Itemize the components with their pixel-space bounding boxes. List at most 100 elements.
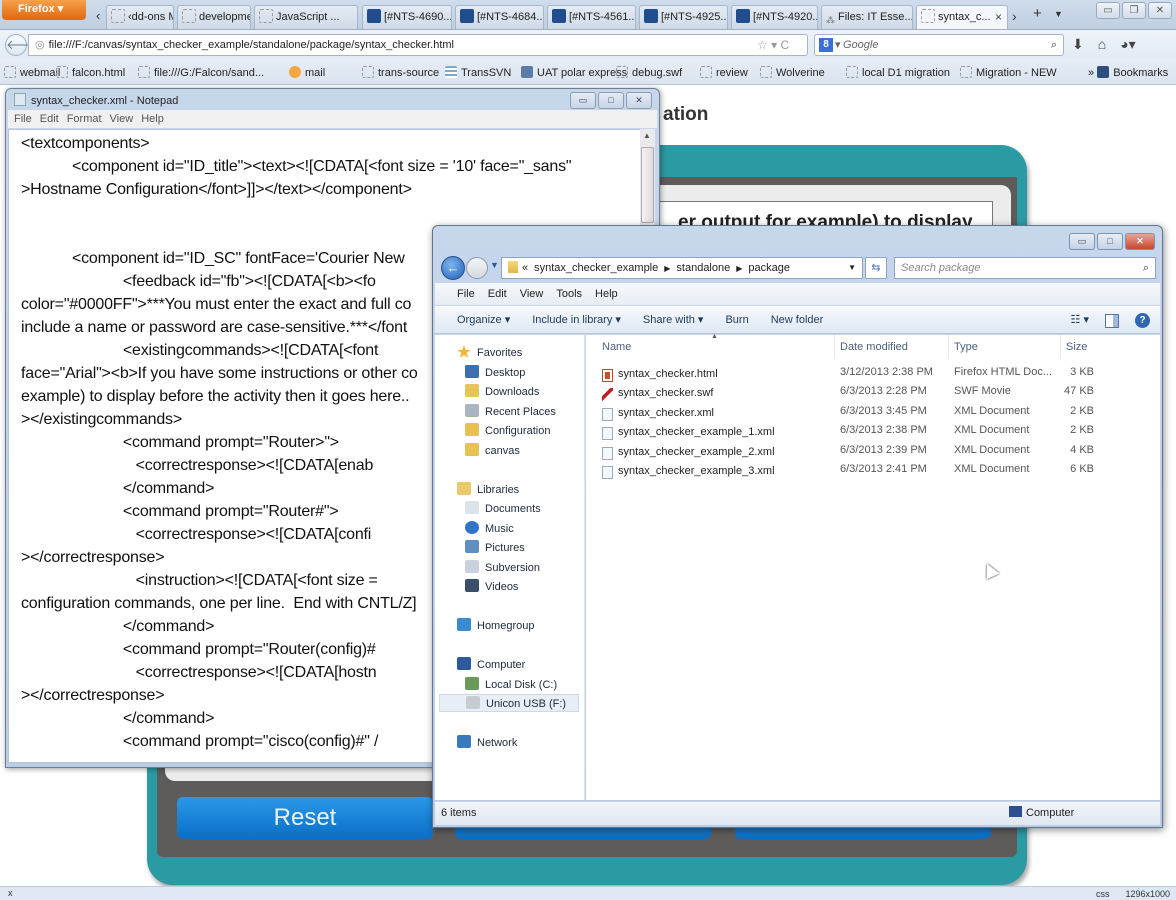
column-header-size[interactable]: Size <box>1066 341 1087 353</box>
explorer-menu-help[interactable]: Help <box>595 288 618 300</box>
explorer-menu-view[interactable]: View <box>520 288 544 300</box>
explorer-menu-tools[interactable]: Tools <box>556 288 582 300</box>
nav-item-canvas[interactable]: canvas <box>465 442 520 457</box>
nav-item-homegroup[interactable]: Homegroup <box>457 618 534 632</box>
bookmark-item[interactable]: file:///G:/Falcon/sand... <box>138 66 264 79</box>
home-icon[interactable]: ⌂ <box>1098 36 1106 53</box>
toolbar-button[interactable]: Share with ▾ <box>643 314 704 326</box>
nav-item-local-disk-c[interactable]: Local Disk (C:) <box>465 676 557 691</box>
nav-item-recent-places[interactable]: Recent Places <box>465 403 556 418</box>
file-row[interactable]: syntax_checker.xml 6/3/2013 3:45 PM XML Do… <box>586 402 1156 421</box>
toolbar-button[interactable]: New folder <box>771 314 824 326</box>
nav-item-desktop[interactable]: Desktop <box>465 364 525 379</box>
column-divider[interactable] <box>1060 335 1061 359</box>
browser-tab[interactable]: ‹dd-ons M... <box>106 5 174 29</box>
nav-item-pictures[interactable]: Pictures <box>465 540 525 554</box>
column-divider[interactable] <box>948 335 949 359</box>
nav-item-favorites[interactable]: Favorites <box>457 345 522 359</box>
column-header-name[interactable]: Name <box>602 341 631 353</box>
bookmark-item[interactable]: trans-source <box>362 66 439 79</box>
tab-list-icon[interactable]: ▼ <box>1054 9 1063 19</box>
explorer-menu-edit[interactable]: Edit <box>488 288 507 300</box>
breadcrumb-item[interactable]: syntax_checker_example <box>534 262 658 274</box>
browser-tab[interactable]: ⁂ Files: IT Esse... <box>821 5 913 29</box>
file-row[interactable]: syntax_checker.html 3/12/2013 2:38 PM Fire… <box>586 363 1156 382</box>
breadcrumb-separator-icon[interactable]: ▶ <box>664 264 670 273</box>
bookmark-item[interactable]: Wolverine <box>760 66 825 79</box>
browser-tab[interactable]: [#NTS-4684... <box>455 5 544 29</box>
file-row[interactable]: syntax_checker.swf 6/3/2013 2:28 PM SWF Mo… <box>586 382 1156 402</box>
search-engine-dropdown-icon[interactable]: ▾ <box>835 35 841 55</box>
nav-item-unicon-usb-f[interactable]: Unicon USB (F:) <box>439 694 579 712</box>
tab-scroll-left-icon[interactable]: ‹ <box>96 8 100 23</box>
column-header-date-modified[interactable]: Date modified <box>840 341 908 353</box>
browser-tab[interactable]: syntax_c... × <box>916 5 1008 29</box>
minimize-icon[interactable]: ▭ <box>1069 233 1095 250</box>
search-icon[interactable]: ⌕ <box>1051 35 1057 55</box>
tab-close-icon[interactable]: × <box>995 6 1002 28</box>
notepad-menu-view[interactable]: View <box>110 113 134 125</box>
reset-button[interactable]: Reset <box>177 797 433 839</box>
nav-item-music[interactable]: Music <box>465 520 514 535</box>
bookmarks-menu[interactable]: » Bookmarks <box>1088 66 1168 79</box>
scroll-thumb[interactable] <box>641 147 654 223</box>
bookmark-item[interactable]: debug.swf <box>616 66 682 79</box>
browser-tab[interactable]: [#NTS-4920... <box>731 5 818 29</box>
close-icon[interactable]: ✕ <box>1148 2 1172 19</box>
bookmark-item[interactable]: mail <box>289 66 325 79</box>
maximize-icon[interactable]: □ <box>598 92 624 109</box>
close-icon[interactable]: ✕ <box>626 92 652 109</box>
help-icon[interactable]: ? <box>1135 313 1150 328</box>
minimize-icon[interactable]: ▭ <box>1096 2 1120 19</box>
notepad-menu-help[interactable]: Help <box>141 113 164 125</box>
bookmark-item[interactable]: falcon.html <box>56 66 125 79</box>
bookmark-item[interactable]: UAT polar express <box>521 66 627 79</box>
bookmark-item[interactable]: webmail <box>4 66 60 79</box>
notepad-menu-edit[interactable]: Edit <box>40 113 59 125</box>
view-options-icon[interactable]: ☷ ▾ <box>1071 307 1089 334</box>
file-row[interactable]: syntax_checker_example_3.xml 6/3/2013 2:4… <box>586 460 1156 479</box>
nav-item-network[interactable]: Network <box>457 735 517 749</box>
notepad-menu-format[interactable]: Format <box>67 113 102 125</box>
column-header-type[interactable]: Type <box>954 341 978 353</box>
bookmark-star-icon[interactable]: ☆ ▾ C <box>757 38 789 52</box>
maximize-icon[interactable]: □ <box>1097 233 1123 250</box>
nav-item-configuration[interactable]: Configuration <box>465 423 550 437</box>
address-bar[interactable]: « syntax_checker_example ▶ standalone ▶ packa… <box>501 257 863 279</box>
bookmark-item[interactable]: TransSVN <box>445 66 511 79</box>
preview-pane-icon[interactable] <box>1105 313 1119 328</box>
url-bar[interactable]: ◎ file:///F:/canvas/syntax_checker_exampl… <box>28 34 808 56</box>
toolbar-button[interactable]: Burn <box>725 314 748 326</box>
close-addon-bar-icon[interactable]: x <box>8 888 13 898</box>
breadcrumb-item[interactable]: package <box>748 262 790 274</box>
breadcrumb-separator-icon[interactable]: ▶ <box>736 264 742 273</box>
bookmark-item[interactable]: review <box>700 66 748 79</box>
close-icon[interactable]: ✕ <box>1125 233 1155 250</box>
file-row[interactable]: syntax_checker_example_1.xml 6/3/2013 2:3… <box>586 421 1156 441</box>
refresh-icon[interactable]: ⇆ <box>865 257 887 279</box>
column-divider[interactable] <box>834 335 835 359</box>
browser-tab[interactable]: JavaScript ... <box>254 5 358 29</box>
firefox-menu-button[interactable]: Firefox ▾ <box>2 0 86 20</box>
tab-scroll-right-icon[interactable]: › <box>1012 8 1017 24</box>
nav-item-videos[interactable]: Videos <box>465 579 518 593</box>
nav-item-documents[interactable]: Documents <box>465 501 541 515</box>
file-row[interactable]: syntax_checker_example_2.xml 6/3/2013 2:3… <box>586 441 1156 460</box>
new-tab-icon[interactable]: + <box>1033 5 1042 22</box>
scroll-up-icon[interactable]: ▲ <box>643 131 651 140</box>
minimize-icon[interactable]: ▭ <box>570 92 596 109</box>
search-bar[interactable]: 8 ▾ Google ⌕ <box>814 34 1064 56</box>
toolbar-button[interactable]: Organize ▾ <box>457 314 510 326</box>
nav-item-downloads[interactable]: Downloads <box>465 384 539 398</box>
back-button[interactable]: 🡐 <box>5 34 41 56</box>
restore-icon[interactable]: ❐ <box>1122 2 1146 19</box>
back-arrow-icon[interactable]: ← <box>441 256 465 280</box>
nav-item-computer[interactable]: Computer <box>457 657 525 671</box>
addon-icon[interactable]: ◕▾ <box>1120 36 1135 53</box>
download-icon[interactable]: ⬇ <box>1072 36 1084 53</box>
reload-icon[interactable]: C <box>780 38 789 52</box>
toolbar-button[interactable]: Include in library ▾ <box>532 314 621 326</box>
browser-tab[interactable]: [#NTS-4925... <box>639 5 728 29</box>
notepad-menu-file[interactable]: File <box>14 113 32 125</box>
address-dropdown-icon[interactable]: ▼ <box>848 258 856 278</box>
